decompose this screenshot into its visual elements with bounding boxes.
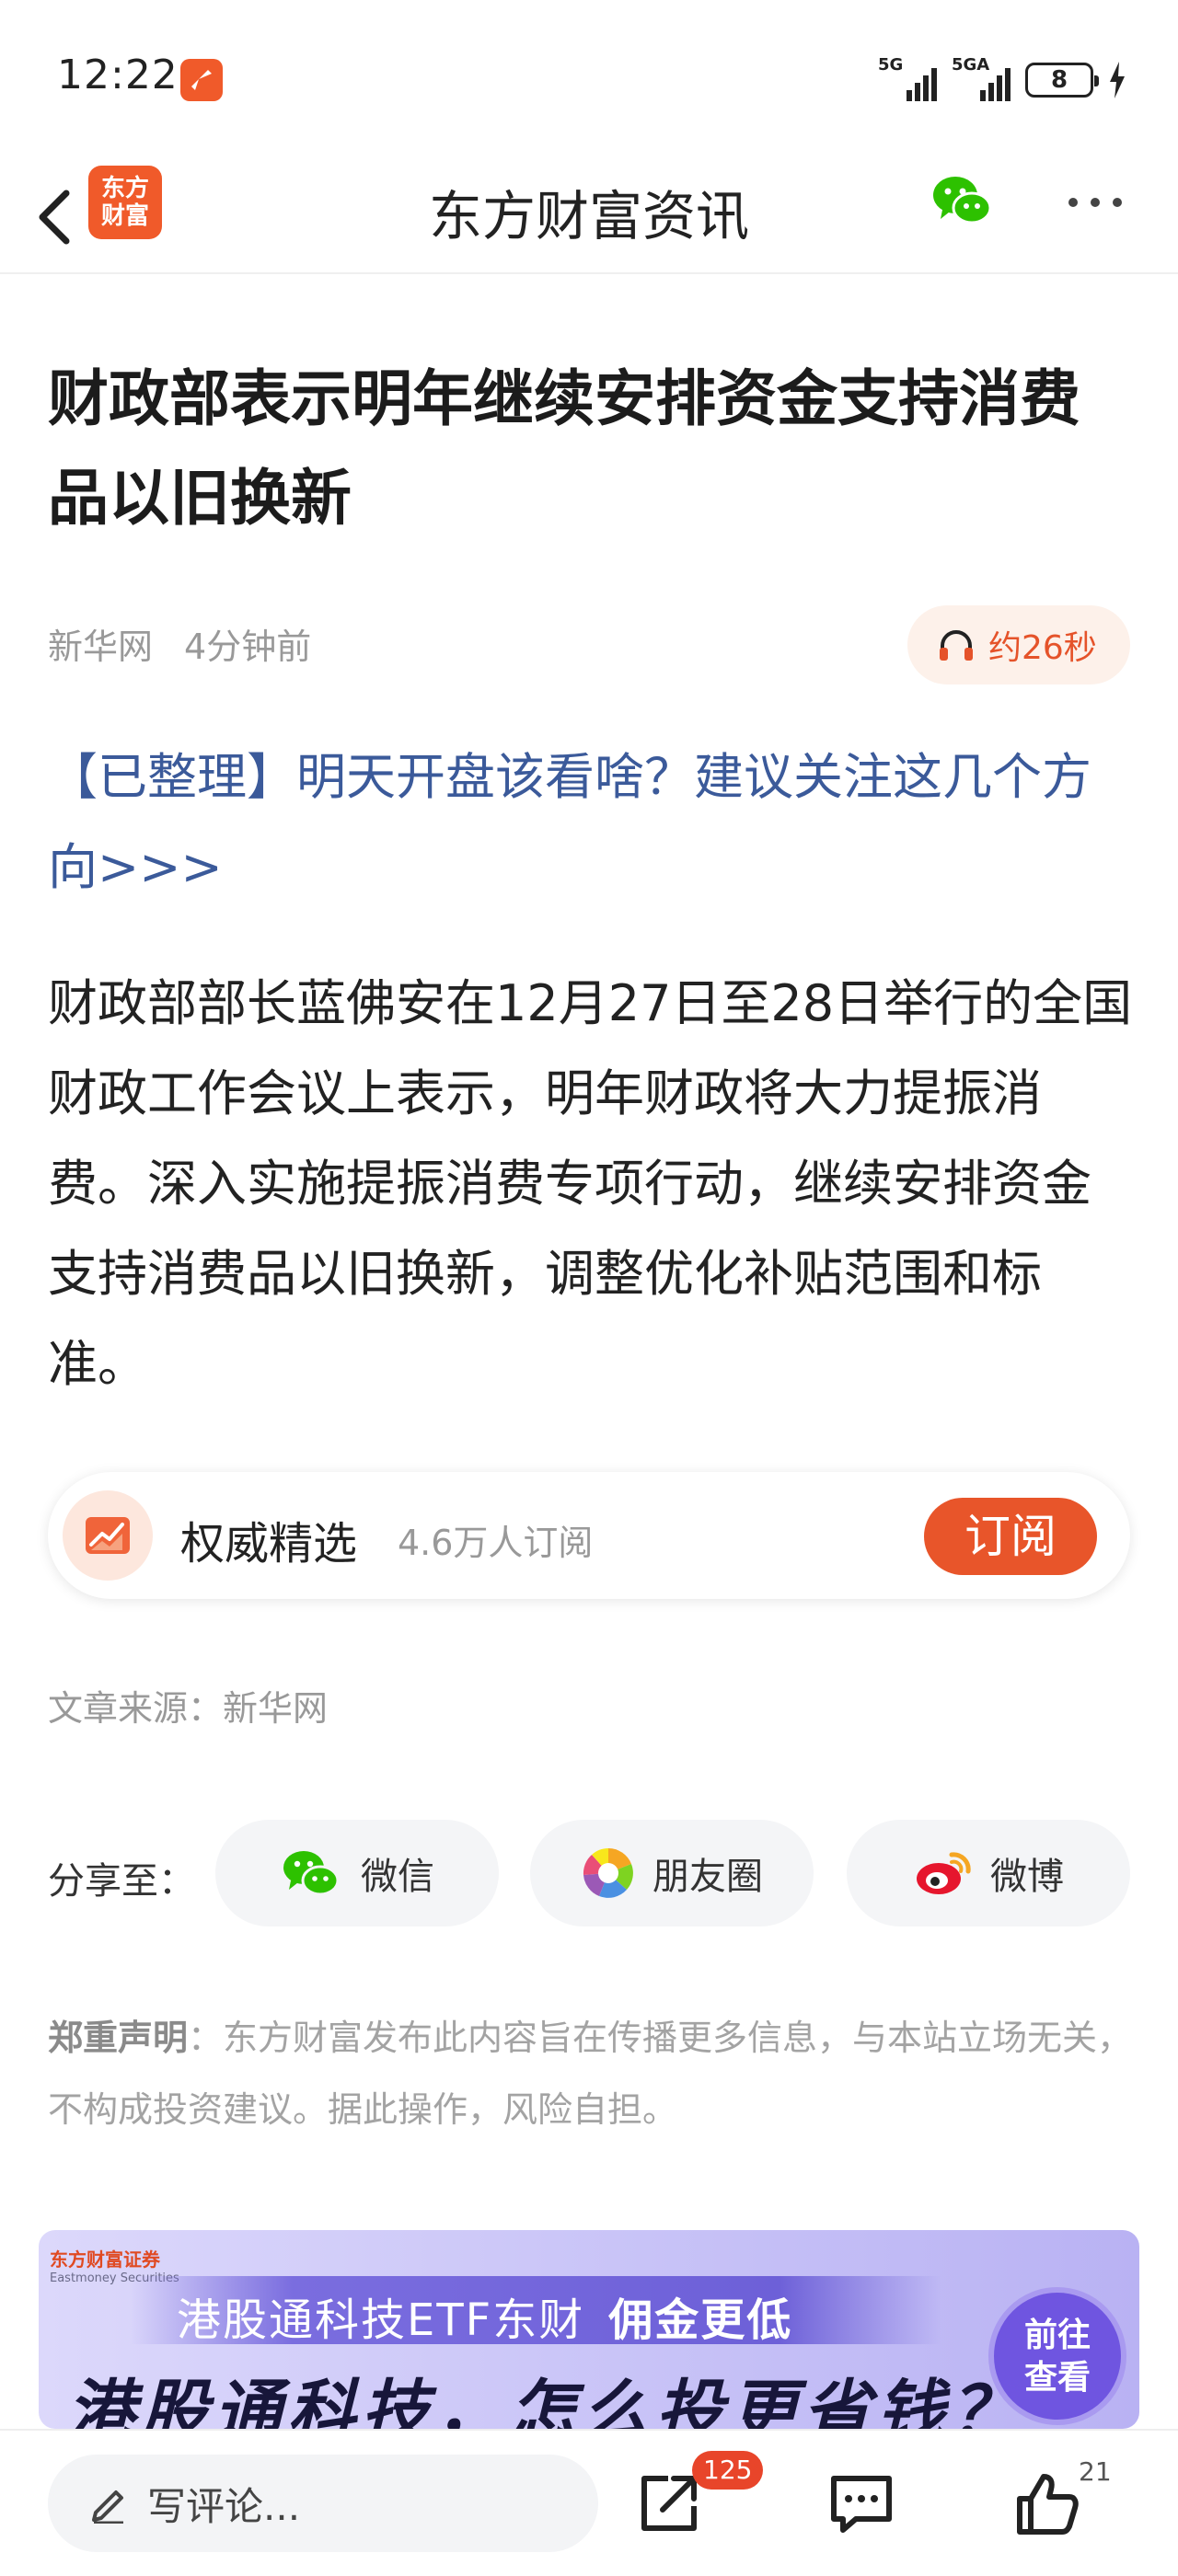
status-indicators: 5G 5GA 8: [878, 55, 1126, 103]
banner-subline: 港股通科技ETF东财 佣金更低: [177, 2283, 792, 2348]
notification-app-icon: [180, 59, 223, 101]
share-moments-button[interactable]: 朋友圈: [530, 1820, 814, 1926]
subscriber-count: 4.6万人订阅: [398, 1523, 594, 1563]
charging-icon: [1110, 62, 1125, 98]
banner-brand-name: 东方财富证券: [50, 2248, 160, 2271]
nav-bar: 东方 财富 东方财富资讯: [0, 156, 1178, 274]
comment-placeholder: 写评论...: [147, 2483, 301, 2529]
comments-button[interactable]: [825, 2467, 898, 2541]
like-button[interactable]: [1011, 2467, 1084, 2541]
more-horizontal-icon: [1068, 198, 1078, 207]
aperture-icon: [583, 1848, 633, 1898]
share-wechat-label: 微信: [361, 1856, 434, 1898]
status-time: 12:22: [57, 52, 179, 98]
banner-cta-line2: 查看: [1023, 2359, 1091, 2397]
disclaimer: 郑重声明：东方财富发布此内容旨在传播更多信息，与本站立场无关，不构成投资建议。据…: [48, 2002, 1134, 2145]
banner-subline-text: 港股通科技ETF东财: [177, 2294, 585, 2346]
disclaimer-title: 郑重声明: [48, 2018, 189, 2058]
page-title: 东方财富资讯: [428, 185, 749, 247]
pen-icon: [92, 2490, 123, 2524]
share-weibo-label: 微博: [990, 1856, 1064, 1898]
subscription-card[interactable]: 权威精选 4.6万人订阅 订阅: [48, 1472, 1130, 1599]
comment-input[interactable]: 写评论...: [48, 2455, 598, 2552]
battery-icon: 8: [1025, 63, 1099, 98]
channel-title: 权威精选: [180, 1518, 358, 1570]
share-count-badge: 125: [692, 2451, 764, 2490]
share-moments-label: 朋友圈: [653, 1856, 763, 1898]
banner-headline: 港股通科技，怎么投更省钱？: [66, 2373, 1023, 2429]
article-time: 4分钟前: [184, 627, 312, 667]
disclaimer-text: ：东方财富发布此内容旨在传播更多信息，与本站立场无关，不构成投资建议。据此操作，…: [48, 2018, 1133, 2130]
share-weibo-button[interactable]: 微博: [847, 1820, 1130, 1926]
banner-cta-button[interactable]: 前往 查看: [988, 2287, 1126, 2425]
ad-banner[interactable]: 东方财富证券 Eastmoney Securities 港股通科技ETF东财 佣金…: [39, 2230, 1139, 2429]
wechat-share-button[interactable]: [928, 166, 998, 236]
weibo-icon: [917, 1852, 971, 1894]
wechat-icon: [933, 177, 992, 224]
signal-5ga-icon: 5GA: [952, 55, 1011, 101]
wechat-icon: [283, 1851, 340, 1896]
more-options-button[interactable]: [1058, 184, 1132, 221]
trend-chart-icon: [86, 1517, 130, 1554]
like-count: 21: [1079, 2456, 1112, 2487]
thumbs-up-icon: [1017, 2474, 1079, 2535]
banner-subline-highlight: 佣金更低: [608, 2294, 793, 2346]
status-bar: 12:22 5G 5GA 8: [0, 0, 1178, 156]
article-headline: 财政部表示明年继续安排资金支持消费品以旧换新: [48, 363, 1080, 534]
article-meta: 新华网 4分钟前: [48, 618, 311, 669]
banner-cta-line1: 前往: [1023, 2317, 1091, 2354]
share-label: 分享至：: [48, 1860, 195, 1903]
subscribe-button[interactable]: 订阅: [924, 1498, 1097, 1575]
promo-link[interactable]: 【已整理】明天开盘该看啥？建议关注这几个方向>>>: [48, 732, 1134, 913]
signal-5g-icon: 5G: [878, 55, 937, 101]
channel-avatar: [63, 1490, 153, 1581]
article-source[interactable]: 新华网: [48, 627, 153, 667]
headphones-icon: [940, 630, 973, 661]
audio-duration: 约26秒: [988, 629, 1097, 667]
listen-button[interactable]: 约26秒: [907, 605, 1130, 684]
article-source-line: 文章来源：新华网: [48, 1688, 329, 1729]
share-wechat-button[interactable]: 微信: [215, 1820, 499, 1926]
bottom-action-bar: 写评论... 125 21: [0, 2429, 1178, 2576]
article-body: 财政部部长蓝佛安在12月27日至28日举行的全国财政工作会议上表示，明年财政将大…: [48, 974, 1133, 1393]
signal-1-label: 5G: [878, 55, 904, 75]
comment-icon: [831, 2476, 892, 2533]
